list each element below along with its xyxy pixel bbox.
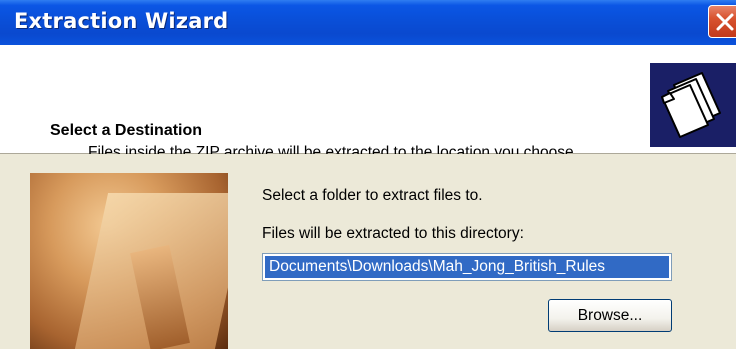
close-icon xyxy=(716,13,734,31)
page-title: Select a Destination xyxy=(50,122,203,139)
browse-button[interactable]: Browse... xyxy=(548,299,672,332)
folder-stack-icon xyxy=(650,63,736,147)
title-bar[interactable]: Extraction Wizard xyxy=(0,0,736,45)
directory-label: Files will be extracted to this director… xyxy=(262,225,524,242)
folder-photo xyxy=(30,173,228,349)
destination-path-input[interactable]: Documents\Downloads\Mah_Jong_British_Rul… xyxy=(262,253,672,281)
close-button[interactable] xyxy=(708,5,736,38)
window-title: Extraction Wizard xyxy=(14,9,229,33)
destination-path-text[interactable]: Documents\Downloads\Mah_Jong_British_Rul… xyxy=(265,256,669,278)
select-folder-label: Select a folder to extract files to. xyxy=(262,187,483,204)
extraction-wizard-window: Extraction Wizard Select a Destination F… xyxy=(0,0,736,349)
